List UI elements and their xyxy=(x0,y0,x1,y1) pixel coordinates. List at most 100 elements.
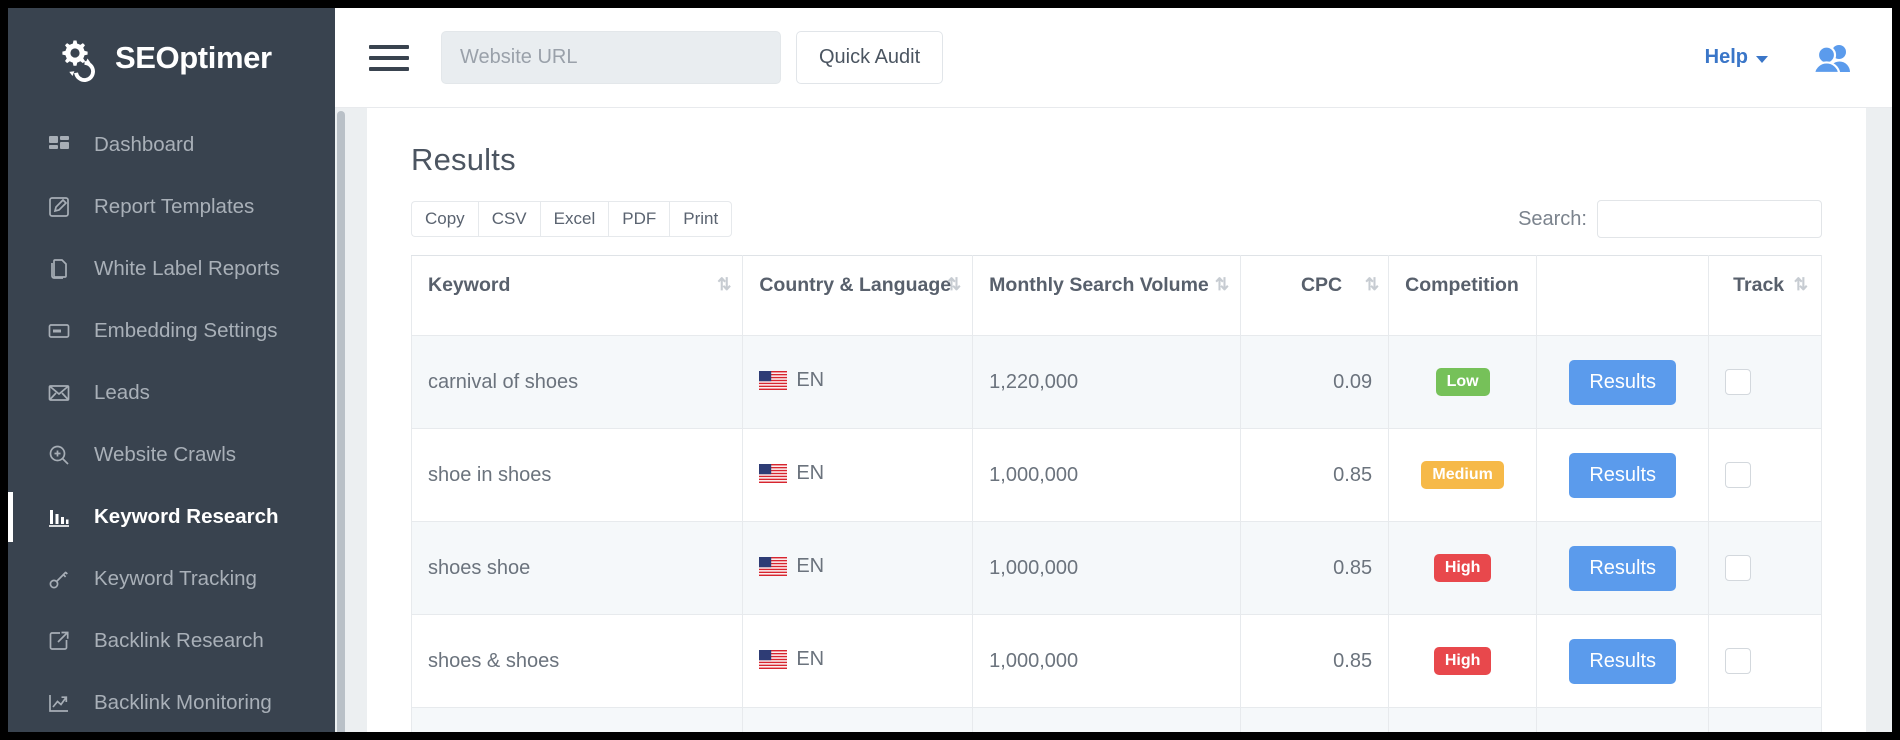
sidebar-item-label: Website Crawls xyxy=(94,443,236,467)
competition-badge: Low xyxy=(1436,368,1490,396)
pencil-square-icon xyxy=(46,194,72,220)
hamburger-icon[interactable] xyxy=(369,42,409,74)
cell-actions: Results xyxy=(1537,615,1709,708)
cell-country-language: EN xyxy=(743,708,973,733)
results-button[interactable]: Results xyxy=(1569,546,1676,591)
sidebar-item-label: Keyword Research xyxy=(94,505,279,529)
results-button[interactable]: Results xyxy=(1569,732,1676,733)
sidebar-item-label: Embedding Settings xyxy=(94,319,277,343)
search-input[interactable] xyxy=(1597,200,1822,238)
sidebar-item-leads[interactable]: Leads xyxy=(8,362,335,424)
cell-keyword: shoe in shoes xyxy=(412,429,743,522)
column-header-country-language[interactable]: Country & Language ⇅ xyxy=(743,256,973,336)
cell-track xyxy=(1709,522,1822,615)
sidebar-item-embedding-settings[interactable]: Embedding Settings xyxy=(8,300,335,362)
column-header-keyword[interactable]: Keyword ⇅ xyxy=(412,256,743,336)
grid-icon xyxy=(46,132,72,158)
csv-button[interactable]: CSV xyxy=(478,201,540,237)
table-search: Search: xyxy=(1518,200,1822,238)
embed-card-icon xyxy=(46,318,72,344)
cell-keyword: shoes shoe xyxy=(412,522,743,615)
column-header-monthly-search-volume[interactable]: Monthly Search Volume ⇅ xyxy=(973,256,1241,336)
cell-cpc: 0.85 xyxy=(1241,429,1389,522)
competition-badge: High xyxy=(1434,647,1492,675)
column-label: Track xyxy=(1733,274,1784,296)
cell-monthly-search-volume: 1,000,000 xyxy=(973,429,1241,522)
help-dropdown[interactable]: Help xyxy=(1705,46,1768,69)
keyword-results-table: Keyword ⇅ Country & Language ⇅ Monthly S… xyxy=(411,255,1822,732)
column-label: Country & Language xyxy=(759,274,951,296)
results-button[interactable]: Results xyxy=(1569,453,1676,498)
column-label: CPC xyxy=(1301,274,1342,296)
column-header-competition[interactable]: Competition xyxy=(1389,256,1537,336)
cell-monthly-search-volume: 1,000,000 xyxy=(973,708,1241,733)
cell-competition: Low xyxy=(1389,336,1537,429)
us-flag-icon xyxy=(759,464,787,483)
sidebar-item-white-label-reports[interactable]: White Label Reports xyxy=(8,238,335,300)
scrollbar-thumb[interactable] xyxy=(337,111,345,732)
content-scroll-region: Results Copy CSV Excel PDF Print Search: xyxy=(335,108,1892,732)
excel-button[interactable]: Excel xyxy=(540,201,609,237)
pdf-button[interactable]: PDF xyxy=(608,201,669,237)
table-body: carnival of shoesEN1,220,0000.09LowResul… xyxy=(412,336,1822,733)
magnifier-plus-icon xyxy=(46,442,72,468)
cell-track xyxy=(1709,708,1822,733)
cell-keyword: carnival of shoes xyxy=(412,336,743,429)
sidebar: SEOptimer Dashboard Report Templates Whi xyxy=(8,8,335,732)
cell-cpc: 0.85 xyxy=(1241,708,1389,733)
sidebar-item-backlink-monitoring[interactable]: Backlink Monitoring xyxy=(8,672,335,732)
vertical-scrollbar[interactable] xyxy=(335,108,347,732)
competition-badge: High xyxy=(1434,554,1492,582)
country-flag-label: EN xyxy=(759,462,824,485)
table-toolbar: Copy CSV Excel PDF Print Search: xyxy=(411,200,1822,238)
website-url-input[interactable] xyxy=(441,31,781,84)
cell-cpc: 0.09 xyxy=(1241,336,1389,429)
track-checkbox[interactable] xyxy=(1725,369,1751,395)
cell-monthly-search-volume: 1,000,000 xyxy=(973,522,1241,615)
country-code: EN xyxy=(796,462,824,485)
sidebar-item-label: Backlink Monitoring xyxy=(94,691,272,715)
us-flag-icon xyxy=(759,557,787,576)
results-button[interactable]: Results xyxy=(1569,639,1676,684)
cell-actions: Results xyxy=(1537,708,1709,733)
us-flag-icon xyxy=(759,650,787,669)
chevron-down-icon xyxy=(1756,56,1768,63)
print-button[interactable]: Print xyxy=(669,201,732,237)
copy-button[interactable]: Copy xyxy=(411,201,478,237)
results-button[interactable]: Results xyxy=(1569,360,1676,405)
column-header-cpc[interactable]: CPC ⇅ xyxy=(1241,256,1389,336)
sort-icon: ⇅ xyxy=(947,275,958,295)
sidebar-item-website-crawls[interactable]: Website Crawls xyxy=(8,424,335,486)
sidebar-item-label: Dashboard xyxy=(94,133,194,157)
column-label: Competition xyxy=(1405,274,1519,296)
sidebar-item-dashboard[interactable]: Dashboard xyxy=(8,114,335,176)
country-flag-label: EN xyxy=(759,369,824,392)
content-gutter-left xyxy=(347,108,367,732)
country-code: EN xyxy=(796,555,824,578)
sidebar-item-backlink-research[interactable]: Backlink Research xyxy=(8,610,335,672)
top-bar: Quick Audit Help xyxy=(335,8,1892,108)
sidebar-item-label: Keyword Tracking xyxy=(94,567,257,591)
country-code: EN xyxy=(796,648,824,671)
sidebar-item-keyword-research[interactable]: Keyword Research xyxy=(8,486,335,548)
table-row: shoe in shoesEN1,000,0000.85MediumResult… xyxy=(412,429,1822,522)
sort-icon: ⇅ xyxy=(717,275,728,295)
column-label: Monthly Search Volume xyxy=(989,274,1209,296)
quick-audit-button[interactable]: Quick Audit xyxy=(796,31,943,84)
sidebar-item-report-templates[interactable]: Report Templates xyxy=(8,176,335,238)
table-row: shoesEN1,000,0000.85HighResults xyxy=(412,708,1822,733)
table-row: shoes shoeEN1,000,0000.85HighResults xyxy=(412,522,1822,615)
bar-chart-icon xyxy=(46,504,72,530)
track-checkbox[interactable] xyxy=(1725,648,1751,674)
users-icon[interactable] xyxy=(1810,42,1854,74)
country-flag-label: EN xyxy=(759,555,824,578)
cell-country-language: EN xyxy=(743,615,973,708)
sidebar-item-keyword-tracking[interactable]: Keyword Tracking xyxy=(8,548,335,610)
table-header-row: Keyword ⇅ Country & Language ⇅ Monthly S… xyxy=(412,256,1822,336)
column-header-track[interactable]: Track ⇅ xyxy=(1709,256,1822,336)
table-head: Keyword ⇅ Country & Language ⇅ Monthly S… xyxy=(412,256,1822,336)
track-checkbox[interactable] xyxy=(1725,555,1751,581)
track-checkbox[interactable] xyxy=(1725,462,1751,488)
brand-logo-area[interactable]: SEOptimer xyxy=(8,8,335,108)
trend-line-icon xyxy=(46,690,72,716)
